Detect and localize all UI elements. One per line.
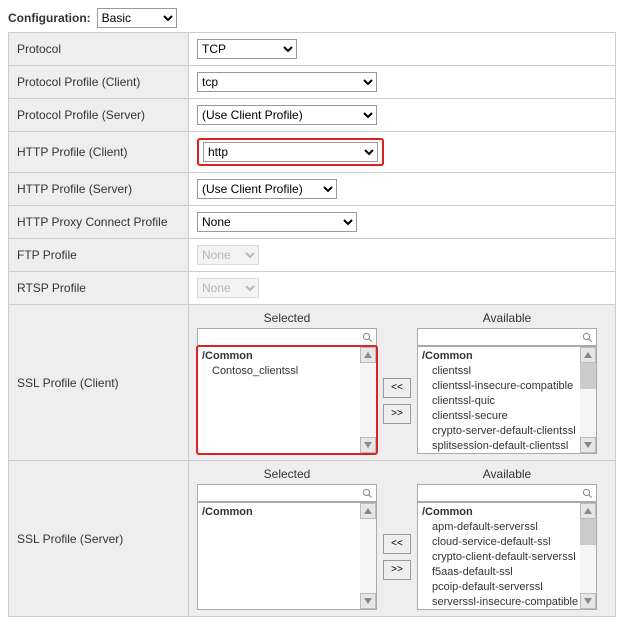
selected-header: Selected [264,467,311,481]
scroll-down-icon[interactable] [360,593,376,609]
scrollbar[interactable] [360,347,376,453]
ssl-profile-server-label: SSL Profile (Server) [17,532,123,546]
http-profile-client-select[interactable]: http [203,142,378,162]
scrollbar[interactable] [360,503,376,609]
ssl-server-selected-list[interactable]: /Common [197,502,377,610]
move-right-button[interactable]: >> [383,560,411,580]
available-header: Available [483,467,531,481]
scrollbar[interactable] [580,347,596,453]
scroll-up-icon[interactable] [580,503,596,519]
configuration-select[interactable]: Basic [97,8,177,28]
ssl-client-available-search[interactable] [417,328,597,346]
move-right-button[interactable]: >> [383,404,411,424]
selected-header: Selected [264,311,311,325]
ssl-server-available-search[interactable] [417,484,597,502]
ssl-profile-client-label: SSL Profile (Client) [17,376,119,390]
protocol-profile-client-label: Protocol Profile (Client) [17,75,140,89]
list-item[interactable]: apm-default-serverssl [422,520,576,535]
rtsp-profile-label: RTSP Profile [17,281,86,295]
scroll-up-icon[interactable] [360,347,376,363]
list-item[interactable]: Contoso_clientssl [202,364,356,379]
protocol-profile-server-label: Protocol Profile (Server) [17,108,145,122]
protocol-select[interactable]: TCP [197,39,297,59]
scroll-up-icon[interactable] [580,347,596,363]
http-proxy-connect-select[interactable]: None [197,212,357,232]
search-icon [362,332,373,343]
http-proxy-connect-label: HTTP Proxy Connect Profile [17,215,168,229]
list-item[interactable]: pcoip-default-serverssl [422,580,576,595]
list-item[interactable]: clientssl-secure [422,409,576,424]
ssl-server-available-list[interactable]: /Common apm-default-serverssl cloud-serv… [417,502,597,610]
protocol-profile-client-select[interactable]: tcp [197,72,377,92]
scroll-down-icon[interactable] [580,593,596,609]
folder-label: /Common [202,349,356,364]
rtsp-profile-select: None [197,278,259,298]
move-left-button[interactable]: << [383,378,411,398]
list-item[interactable]: f5aas-default-ssl [422,565,576,580]
list-item[interactable]: splitsession-default-clientssl [422,439,576,453]
folder-label: /Common [202,505,356,520]
protocol-label: Protocol [17,42,61,56]
list-item[interactable]: crypto-server-default-clientssl [422,424,576,439]
scroll-down-icon[interactable] [580,437,596,453]
http-profile-server-select[interactable]: (Use Client Profile) [197,179,337,199]
folder-label: /Common [422,349,576,364]
search-icon [582,332,593,343]
http-profile-client-label: HTTP Profile (Client) [17,145,127,159]
list-item[interactable]: serverssl-insecure-compatible [422,595,576,609]
ssl-client-selected-search[interactable] [197,328,377,346]
list-item[interactable]: clientssl-quic [422,394,576,409]
ssl-client-available-list[interactable]: /Common clientssl clientssl-insecure-com… [417,346,597,454]
folder-label: /Common [422,505,576,520]
scroll-up-icon[interactable] [360,503,376,519]
protocol-profile-server-select[interactable]: (Use Client Profile) [197,105,377,125]
http-profile-client-highlight: http [197,138,384,166]
scroll-down-icon[interactable] [360,437,376,453]
list-item[interactable]: clientssl [422,364,576,379]
list-item[interactable]: crypto-client-default-serverssl [422,550,576,565]
ssl-client-selected-list[interactable]: /Common Contoso_clientssl [197,346,377,454]
ssl-server-dual-list: Selected /Common [197,467,607,610]
available-header: Available [483,311,531,325]
ftp-profile-label: FTP Profile [17,248,77,262]
list-item[interactable]: clientssl-insecure-compatible [422,379,576,394]
scrollbar[interactable] [580,503,596,609]
list-item[interactable]: cloud-service-default-ssl [422,535,576,550]
search-icon [582,488,593,499]
http-profile-server-label: HTTP Profile (Server) [17,182,132,196]
config-table: Protocol TCP Protocol Profile (Client) t… [8,32,616,617]
ftp-profile-select: None [197,245,259,265]
ssl-client-dual-list: Selected /Common Contoso_clientssl [197,311,607,454]
configuration-label: Configuration: [8,11,91,25]
search-icon [362,488,373,499]
ssl-server-selected-search[interactable] [197,484,377,502]
